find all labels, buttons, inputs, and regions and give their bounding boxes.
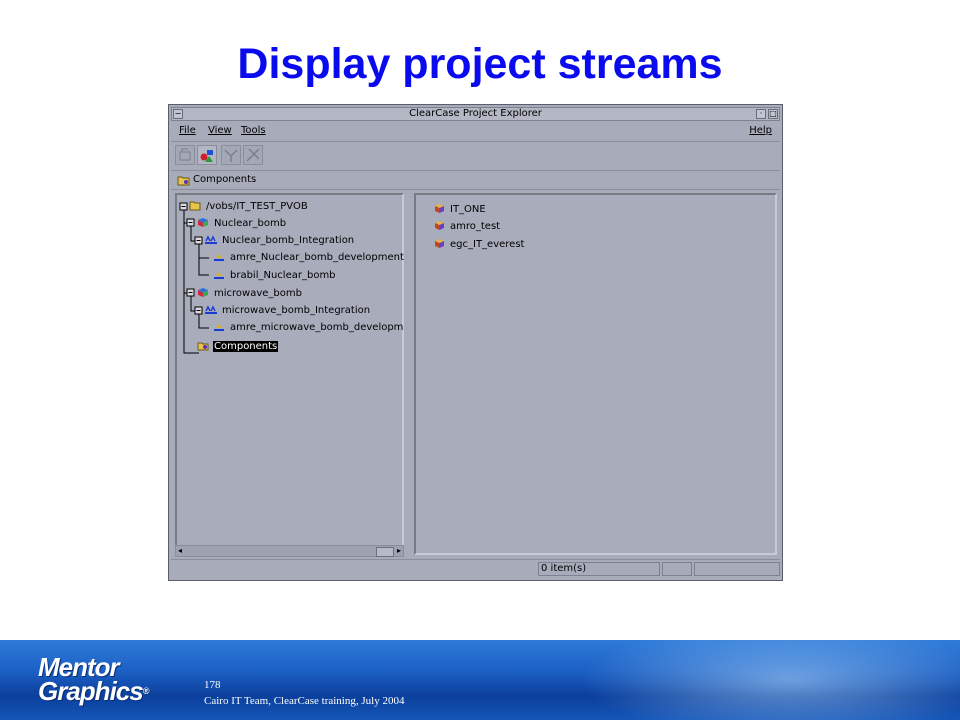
location-label: Components [193,174,257,185]
menu-help[interactable]: Help [749,125,772,136]
component-icon [435,221,444,230]
status-bar: 0 item(s) [171,559,780,580]
component-icon [435,204,444,213]
tree-item-project[interactable]: microwave_bomb [197,287,303,300]
project-icon [198,288,208,297]
scroll-left-icon[interactable]: ◂ [178,546,182,555]
tree-item-project[interactable]: Nuclear_bomb [197,217,287,230]
menu-view[interactable]: View [208,125,232,136]
footer-caption: Cairo IT Team, ClearCase training, July … [204,695,405,707]
component-item[interactable]: amro_test [434,220,501,233]
toolbar [171,142,780,171]
scroll-right-icon[interactable]: ▸ [397,546,401,555]
scrollbar-thumb[interactable] [376,547,394,557]
stream-icon [214,272,224,279]
logo-line-2: Graphics [38,676,144,706]
integration-stream-icon [205,305,217,314]
toolbar-up-button[interactable] [175,145,195,165]
stream-icon [214,324,224,331]
toolbar-merge-button[interactable] [221,145,241,165]
pvob-icon [189,201,201,211]
components-list-pane[interactable]: IT_ONE amro_test egc_IT_everest [414,193,777,555]
status-cell-empty [662,562,692,576]
tools-icon [246,148,260,162]
stream-icon [214,254,224,261]
location-bar: Components [171,171,780,190]
toolbar-tools-button[interactable] [243,145,263,165]
status-cell-empty [694,562,780,576]
colored-shapes-icon [200,150,213,162]
tree-item-dev-stream[interactable]: amre_Nuclear_bomb_development [213,252,405,264]
window-titlebar[interactable]: − ClearCase Project Explorer · □ [171,107,780,121]
toolbar-colors-button[interactable] [197,145,217,165]
mentor-graphics-logo: Mentor Graphics® [38,654,150,706]
window-title: ClearCase Project Explorer [409,108,542,119]
merge-icon [224,149,238,162]
folder-up-icon [179,148,191,161]
project-tree-pane[interactable]: /vobs/IT_TEST_PVOB Nuclear_bomb Nuclear_… [175,193,404,555]
tree-connector-lines [179,202,209,354]
project-explorer-window: − ClearCase Project Explorer · □ File Vi… [168,104,783,581]
status-item-count: 0 item(s) [538,562,660,576]
project-icon [198,218,208,227]
components-icon [197,342,209,351]
registered-icon: ® [142,686,150,696]
component-icon [435,239,444,248]
minimize-icon[interactable]: · [756,109,766,119]
integration-stream-icon [205,235,217,244]
component-item[interactable]: IT_ONE [434,203,487,216]
page-number: 178 [204,679,221,691]
tree-item-integration-stream[interactable]: Nuclear_bomb_Integration [205,235,355,247]
tree-item-dev-stream[interactable]: amre_microwave_bomb_developm [213,322,404,334]
maximize-icon[interactable]: □ [768,109,778,119]
menu-file[interactable]: File [179,125,196,136]
components-folder-icon [177,176,190,186]
slide-title: Display project streams [237,40,723,88]
tree-horizontal-scrollbar[interactable]: ◂ ▸ [175,545,404,557]
pane-splitter[interactable] [405,189,411,559]
tree-item-dev-stream[interactable]: brabil_Nuclear_bomb [213,270,337,282]
tree-item-components[interactable]: Components [197,340,279,353]
menu-bar: File View Tools Help [171,123,780,142]
component-item[interactable]: egc_IT_everest [434,238,525,251]
tree-item-integration-stream[interactable]: microwave_bomb_Integration [205,305,371,317]
menu-tools[interactable]: Tools [241,125,266,136]
tree-item-pvob[interactable]: /vobs/IT_TEST_PVOB [189,200,309,213]
footer-glow [580,640,960,720]
